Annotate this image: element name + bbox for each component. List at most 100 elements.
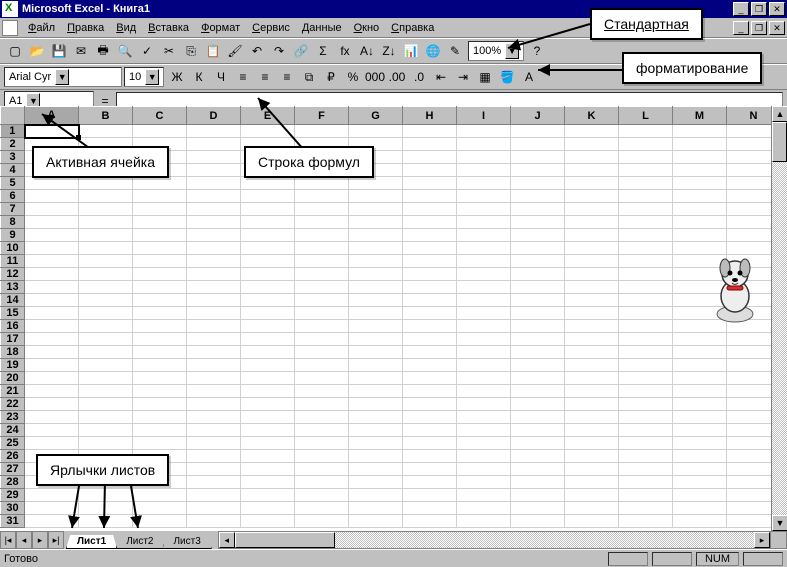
- cell-I17[interactable]: [457, 333, 511, 346]
- cell-I25[interactable]: [457, 437, 511, 450]
- row-header-31[interactable]: 31: [1, 515, 25, 528]
- cell-J31[interactable]: [511, 515, 565, 528]
- cell-L15[interactable]: [619, 307, 673, 320]
- cell-L9[interactable]: [619, 229, 673, 242]
- cell-F30[interactable]: [295, 502, 349, 515]
- sheet-tab-Лист1[interactable]: Лист1: [66, 535, 117, 549]
- cell-F7[interactable]: [295, 203, 349, 216]
- cell-J28[interactable]: [511, 476, 565, 489]
- cell-M7[interactable]: [673, 203, 727, 216]
- cell-G13[interactable]: [349, 281, 403, 294]
- cell-M29[interactable]: [673, 489, 727, 502]
- menu-формат[interactable]: Формат: [195, 20, 246, 36]
- cell-E17[interactable]: [241, 333, 295, 346]
- cell-L27[interactable]: [619, 463, 673, 476]
- select-all-corner[interactable]: [1, 107, 25, 125]
- cell-G26[interactable]: [349, 450, 403, 463]
- comma-button[interactable]: 000: [364, 66, 386, 88]
- cell-K30[interactable]: [565, 502, 619, 515]
- cell-D21[interactable]: [187, 385, 241, 398]
- row-header-24[interactable]: 24: [1, 424, 25, 437]
- cell-K9[interactable]: [565, 229, 619, 242]
- cell-F9[interactable]: [295, 229, 349, 242]
- cell-K13[interactable]: [565, 281, 619, 294]
- row-header-30[interactable]: 30: [1, 502, 25, 515]
- cell-J9[interactable]: [511, 229, 565, 242]
- cell-K14[interactable]: [565, 294, 619, 307]
- cell-H20[interactable]: [403, 372, 457, 385]
- cell-F21[interactable]: [295, 385, 349, 398]
- cell-H5[interactable]: [403, 177, 457, 190]
- cell-J2[interactable]: [511, 138, 565, 151]
- cell-G27[interactable]: [349, 463, 403, 476]
- cell-M18[interactable]: [673, 346, 727, 359]
- cell-G31[interactable]: [349, 515, 403, 528]
- cell-I9[interactable]: [457, 229, 511, 242]
- row-header-8[interactable]: 8: [1, 216, 25, 229]
- cell-L17[interactable]: [619, 333, 673, 346]
- mdi-restore-button[interactable]: ❐: [751, 21, 767, 35]
- cell-F11[interactable]: [295, 255, 349, 268]
- cell-H9[interactable]: [403, 229, 457, 242]
- cell-L12[interactable]: [619, 268, 673, 281]
- cell-D25[interactable]: [187, 437, 241, 450]
- cell-K31[interactable]: [565, 515, 619, 528]
- cell-I19[interactable]: [457, 359, 511, 372]
- cell-M25[interactable]: [673, 437, 727, 450]
- cell-B10[interactable]: [79, 242, 133, 255]
- cell-G6[interactable]: [349, 190, 403, 203]
- cell-M8[interactable]: [673, 216, 727, 229]
- cell-L23[interactable]: [619, 411, 673, 424]
- cell-F6[interactable]: [295, 190, 349, 203]
- cell-M31[interactable]: [673, 515, 727, 528]
- cell-A6[interactable]: [25, 190, 79, 203]
- cell-G5[interactable]: [349, 177, 403, 190]
- cell-M30[interactable]: [673, 502, 727, 515]
- cell-D29[interactable]: [187, 489, 241, 502]
- menu-сервис[interactable]: Сервис: [246, 20, 296, 36]
- cell-A20[interactable]: [25, 372, 79, 385]
- cell-C29[interactable]: [133, 489, 187, 502]
- cell-L30[interactable]: [619, 502, 673, 515]
- cell-C19[interactable]: [133, 359, 187, 372]
- cell-H21[interactable]: [403, 385, 457, 398]
- cell-G14[interactable]: [349, 294, 403, 307]
- cell-F25[interactable]: [295, 437, 349, 450]
- cell-E6[interactable]: [241, 190, 295, 203]
- cell-L1[interactable]: [619, 125, 673, 138]
- cell-D8[interactable]: [187, 216, 241, 229]
- cell-I29[interactable]: [457, 489, 511, 502]
- cell-G10[interactable]: [349, 242, 403, 255]
- cell-D20[interactable]: [187, 372, 241, 385]
- cell-A30[interactable]: [25, 502, 79, 515]
- cell-D26[interactable]: [187, 450, 241, 463]
- office-assistant-dog[interactable]: [707, 256, 763, 324]
- cell-J7[interactable]: [511, 203, 565, 216]
- cell-D12[interactable]: [187, 268, 241, 281]
- cell-K22[interactable]: [565, 398, 619, 411]
- cell-H8[interactable]: [403, 216, 457, 229]
- cell-C24[interactable]: [133, 424, 187, 437]
- cell-M1[interactable]: [673, 125, 727, 138]
- cell-C25[interactable]: [133, 437, 187, 450]
- cell-E26[interactable]: [241, 450, 295, 463]
- cell-D10[interactable]: [187, 242, 241, 255]
- cell-K23[interactable]: [565, 411, 619, 424]
- cell-D31[interactable]: [187, 515, 241, 528]
- menu-вставка[interactable]: Вставка: [142, 20, 195, 36]
- cell-A17[interactable]: [25, 333, 79, 346]
- cell-H24[interactable]: [403, 424, 457, 437]
- cell-J6[interactable]: [511, 190, 565, 203]
- cell-G8[interactable]: [349, 216, 403, 229]
- cell-D22[interactable]: [187, 398, 241, 411]
- cell-H15[interactable]: [403, 307, 457, 320]
- cell-A1[interactable]: [25, 125, 79, 138]
- cell-I24[interactable]: [457, 424, 511, 437]
- cell-F15[interactable]: [295, 307, 349, 320]
- row-header-1[interactable]: 1: [1, 125, 25, 138]
- cell-B30[interactable]: [79, 502, 133, 515]
- cell-I18[interactable]: [457, 346, 511, 359]
- dec-dec-button[interactable]: .0: [408, 66, 430, 88]
- cell-B19[interactable]: [79, 359, 133, 372]
- cell-M9[interactable]: [673, 229, 727, 242]
